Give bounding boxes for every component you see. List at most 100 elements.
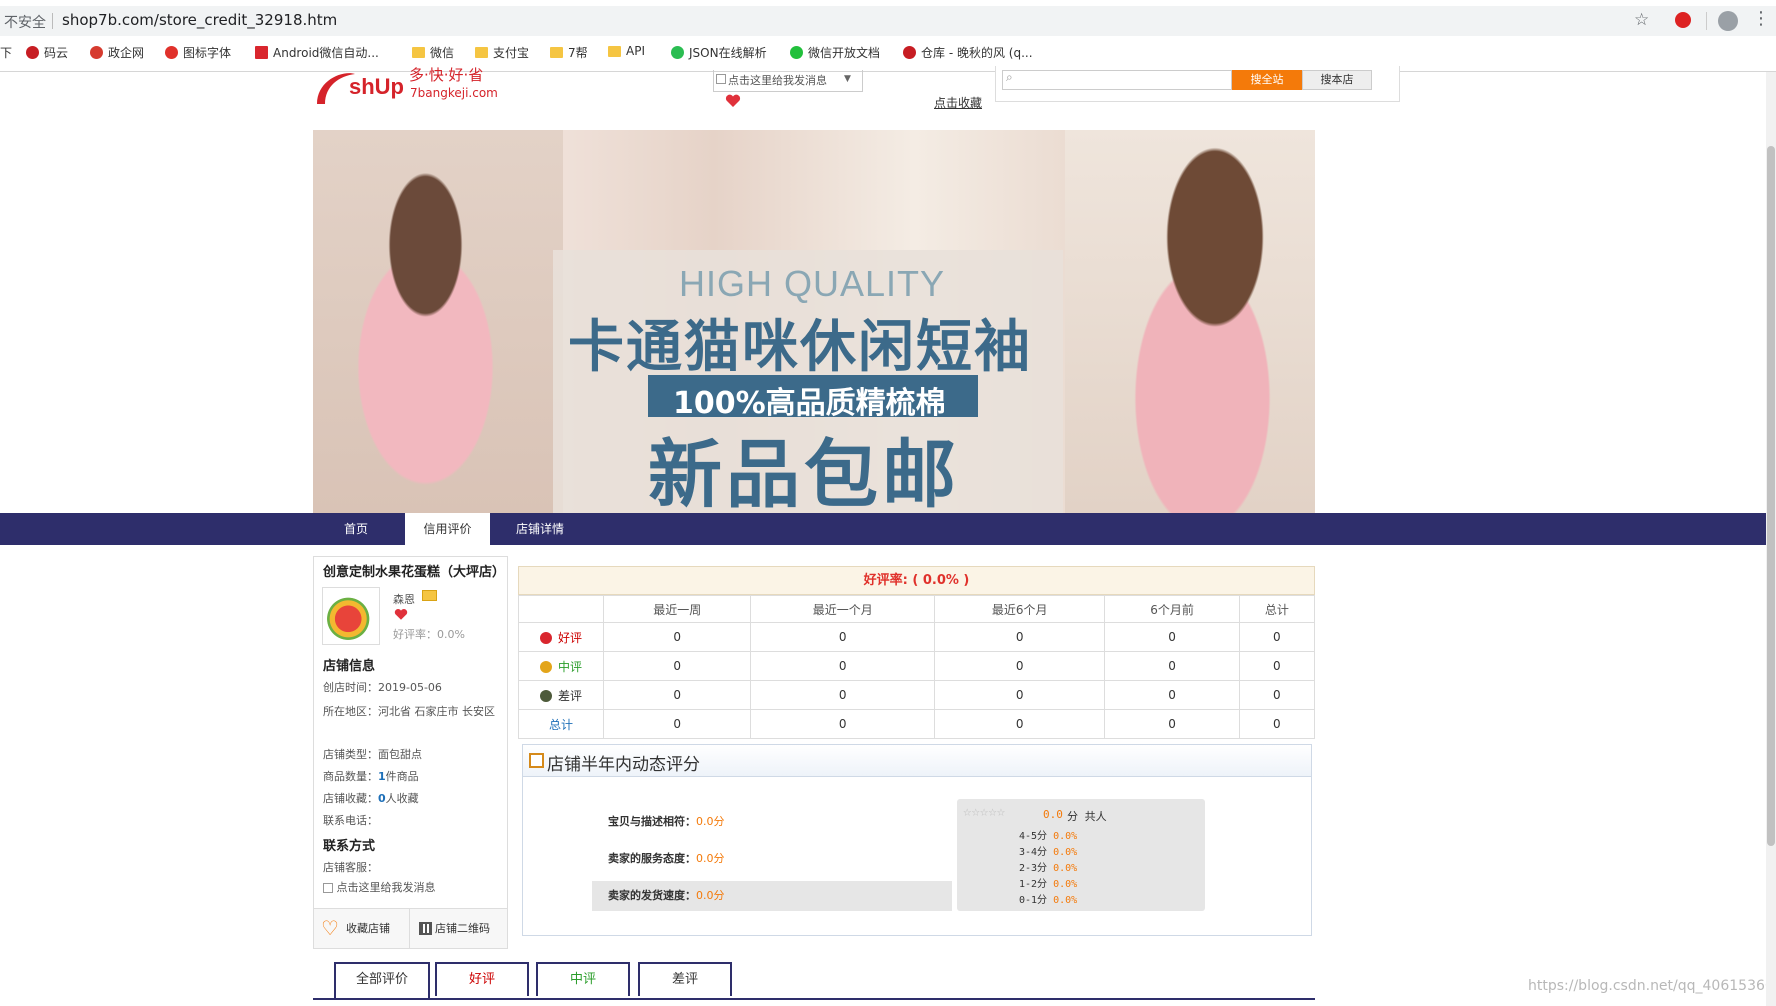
score-summary-box: ☆☆☆☆☆ 0.0 分 共人 4-5分 0.0% 3-4分 0.0% 2-3分 0.0% 1… [957, 799, 1205, 911]
nav-credit[interactable]: 信用评价 [405, 513, 490, 545]
bookmark-item[interactable]: 码云 [26, 44, 68, 61]
store-banner[interactable]: HIGH QUALITY 卡通猫咪休闲短袖 100%高品质精梳棉 新品包邮 [313, 130, 1315, 513]
extension-icon[interactable] [1675, 12, 1691, 28]
bookmark-item[interactable]: Android微信自动... [255, 44, 379, 61]
search-icon: ⌕ [1006, 70, 1013, 84]
fav-suffix: 人收藏 [385, 792, 419, 805]
service-message-link[interactable]: 点击这里给我发消息 [323, 879, 436, 895]
credit-row: 好评 0 0 0 0 0 [518, 622, 1316, 652]
message-widget[interactable]: 点击这里给我发消息 ▼ [713, 70, 863, 92]
qrcode-button[interactable]: 店铺二维码 [411, 909, 507, 949]
site-logo[interactable]: shUp 多·快·好·省 7bangkeji.com [313, 66, 513, 110]
favorite-link[interactable]: 点击收藏 [934, 94, 982, 111]
store-owner[interactable]: 森恩 [393, 591, 415, 607]
url-text[interactable]: shop7b.com/store_credit_32918.htm [62, 11, 337, 29]
store-service: 店铺客服： [323, 861, 378, 874]
credit-cell: 0 [1238, 680, 1316, 710]
bookmark-label: 微信 [430, 46, 455, 60]
credit-section: 好评率: ( 0.0% ) 最近一周 最近一个月 最近6个月 6个月前 总计 好评 0 0 0… [518, 566, 1316, 739]
star-icon: ☆ [996, 804, 1006, 820]
store-goods: 商品数量：1件商品 [323, 768, 419, 784]
store-created: 创店时间：2019-05-06 [323, 681, 442, 694]
bookmark-label: 码云 [44, 46, 69, 60]
review-tab[interactable]: 差评 [638, 962, 732, 996]
credit-cell: 0 [750, 622, 936, 652]
review-tab[interactable]: 全部评价 [334, 962, 430, 998]
bookmark-item[interactable]: 7帮 [550, 44, 588, 61]
bookmark-item[interactable]: 政企网 [90, 44, 144, 61]
service-image-alt: 点击这里给我发消息 [336, 881, 436, 894]
credit-cell: 0 [602, 680, 752, 710]
distribution-label: 4-5分 [1019, 831, 1048, 842]
search-site-button[interactable]: 搜全站 [1232, 70, 1302, 90]
credit-row-label[interactable]: 总计 [518, 709, 604, 739]
bookmark-favicon-icon [790, 46, 803, 59]
credit-row: 总计 0 0 0 0 0 [518, 709, 1316, 739]
bookmark-item[interactable]: 支付宝 [475, 44, 529, 61]
banner-high-quality: HIGH QUALITY [679, 263, 946, 304]
dynamic-rating-value: 0.0分 [696, 815, 725, 828]
fav-count: 0 [378, 792, 386, 805]
bookmark-label: API [626, 44, 645, 58]
store-name[interactable]: 创意定制水果花蛋糕（大坪店） [323, 562, 505, 583]
review-tab[interactable]: 好评 [435, 962, 529, 996]
dynamic-rating-title: 店铺半年内动态评分 [547, 755, 700, 775]
chevron-down-icon[interactable]: ▼ [844, 74, 851, 84]
dynamic-rating-item: 卖家的服务态度：0.0分 [608, 850, 725, 866]
bookmark-label: 微信开放文档 [808, 46, 881, 60]
favorite-heart-icon[interactable] [725, 94, 741, 108]
bookmark-item[interactable]: API [608, 44, 645, 58]
review-tabs: 全部评价 好评 中评 差评 [313, 960, 1315, 1000]
distribution-label: 0-1分 [1019, 895, 1048, 906]
wilted-flower-icon [539, 690, 552, 702]
fav-store-label: 收藏店铺 [346, 922, 390, 935]
dynamic-rating-value: 0.0分 [696, 852, 725, 865]
dynamic-rating-item: 卖家的发货速度：0.0分 [608, 887, 725, 903]
review-tab[interactable]: 中评 [536, 962, 630, 996]
bookmark-item[interactable]: JSON在线解析 [671, 44, 767, 61]
security-label[interactable]: 不安全 [4, 12, 46, 32]
credit-column-header: 最近6个月 [934, 595, 1106, 623]
contact-heading: 联系方式 [323, 839, 376, 854]
fav-store-button[interactable]: ♡ 收藏店铺 [314, 909, 410, 949]
credit-row-label[interactable]: 差评 [518, 680, 604, 710]
star-icon: ☆ [988, 804, 997, 820]
browser-chrome: 不安全 shop7b.com/store_credit_32918.htm ☆ … [0, 0, 1776, 72]
profile-avatar-icon[interactable] [1718, 11, 1738, 31]
heart-outline-icon: ♡ [321, 916, 339, 940]
credit-cell: 0 [1104, 709, 1240, 739]
bookmark-item[interactable]: 仓库 - 晚秋的风 (q... [903, 44, 1033, 61]
credit-table-header: 最近一周 最近一个月 最近6个月 6个月前 总计 [518, 595, 1316, 623]
bookmark-label: 支付宝 [493, 46, 530, 60]
page-scrollbar[interactable] [1766, 72, 1776, 1006]
star-icon[interactable]: ☆ [1634, 10, 1649, 30]
bookmark-favicon-icon [26, 46, 39, 59]
broken-image-icon [716, 74, 726, 84]
bookmark-item[interactable]: 图标字体 [165, 44, 231, 61]
credit-column-header: 最近一周 [602, 595, 752, 623]
goods-count[interactable]: 1 [378, 770, 386, 783]
bookmark-item[interactable]: 微信 [412, 44, 454, 61]
bookmarks-bar: 下 码云 政企网 图标字体 Android微信自动... 微信 支付宝 7帮 API JSON在线… [0, 40, 1776, 66]
star-icon: ☆ [971, 804, 980, 820]
csdn-watermark: https://blog.csdn.net/qq_40615366 [1528, 978, 1774, 994]
nav-home[interactable]: 首页 [318, 513, 394, 545]
scrollbar-thumb[interactable] [1767, 146, 1775, 846]
address-bar[interactable]: 不安全 shop7b.com/store_credit_32918.htm ☆ … [0, 6, 1776, 36]
credit-row-label[interactable]: 中评 [518, 651, 604, 681]
menu-dots-icon[interactable]: ⋮ [1752, 8, 1770, 30]
credit-row-label-text: 好评 [557, 630, 582, 645]
distribution-row: 4-5分 0.0% [1019, 827, 1077, 842]
store-info-heading: 店铺信息 [323, 659, 376, 674]
credit-cell: 0 [1238, 622, 1316, 652]
search-store-button[interactable]: 搜本店 [1302, 70, 1372, 90]
distribution-label: 3-4分 [1019, 847, 1048, 858]
summary-suffix: 分 共人 [1067, 810, 1107, 823]
search-input[interactable]: ⌕ [1002, 70, 1232, 90]
credit-row-label[interactable]: 好评 [518, 622, 604, 652]
email-icon[interactable] [422, 590, 437, 601]
nav-store-detail[interactable]: 店铺详情 [500, 513, 580, 545]
dynamic-rating-item: 宝贝与描述相符：0.0分 [608, 813, 725, 829]
bookmark-item[interactable]: 微信开放文档 [790, 44, 880, 61]
bookmark-item[interactable]: 下 [0, 44, 12, 61]
